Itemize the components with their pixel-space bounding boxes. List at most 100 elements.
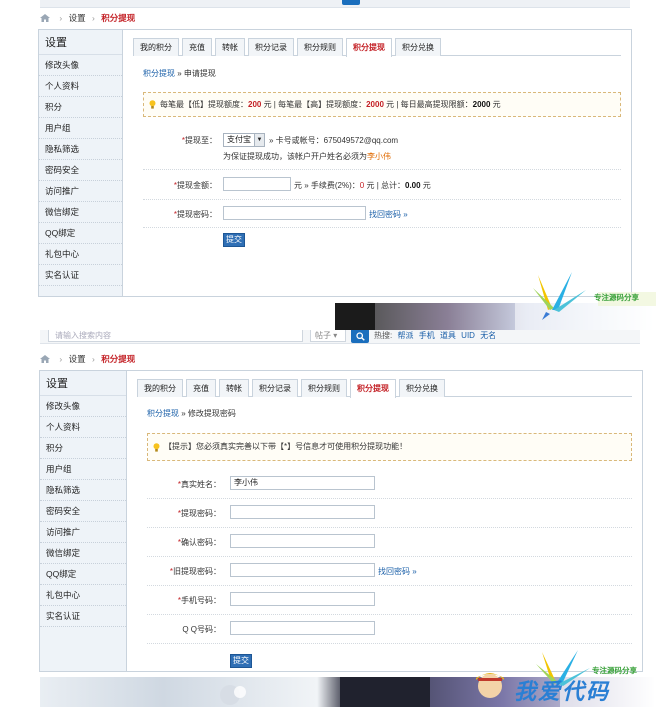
main-content: 我的积分 充值 转帐 积分记录 积分规则 积分提现 积分兑换 积分提现 » 申请… xyxy=(123,30,631,296)
tab-bar: 我的积分 充值 转帐 积分记录 积分规则 积分提现 积分兑换 xyxy=(133,38,621,57)
sidebar-item-privacy[interactable]: 隐私筛选 xyxy=(40,480,126,501)
sidebar-item-security[interactable]: 密码安全 xyxy=(39,160,122,181)
withdraw-password-input[interactable] xyxy=(223,206,366,220)
tab-credit-rules[interactable]: 积分规则 xyxy=(301,379,347,397)
tab-my-credits[interactable]: 我的积分 xyxy=(137,379,183,397)
sidebar-item-gifts[interactable]: 礼包中心 xyxy=(39,244,122,265)
fee-summary: 元 » 手续费(2%)：0 元 | 总计：0.00 元 xyxy=(294,181,431,190)
hot-search-link[interactable]: 帮派 xyxy=(397,331,413,340)
confirm-password-input[interactable] xyxy=(230,534,375,548)
forgot-password-link[interactable]: 找回密码 » xyxy=(378,566,417,577)
search-input[interactable]: 请输入搜索内容 xyxy=(48,330,303,342)
sidebar-item-wechat[interactable]: 微信绑定 xyxy=(40,543,126,564)
sub-breadcrumb-rest: » 申请提现 xyxy=(175,69,216,78)
sidebar-item-qq[interactable]: QQ绑定 xyxy=(39,223,122,244)
search-scope-select[interactable]: 帖子 ▾ xyxy=(310,330,346,342)
chevron-down-icon: ▼ xyxy=(254,134,264,146)
sub-breadcrumb-link[interactable]: 积分提现 xyxy=(147,409,179,418)
sidebar-item-profile[interactable]: 个人资料 xyxy=(39,76,122,97)
sidebar-item-qq[interactable]: QQ绑定 xyxy=(40,564,126,585)
lightbulb-icon xyxy=(149,100,156,109)
breadcrumb: › 设置 › 积分提现 xyxy=(40,11,135,25)
home-icon[interactable] xyxy=(40,355,50,363)
hot-search: 热搜: 帮派 手机 道具 UID 无名 xyxy=(374,330,496,341)
sidebar-item-avatar[interactable]: 修改头像 xyxy=(39,55,122,76)
withdraw-method-select[interactable]: 支付宝 ▼ xyxy=(223,133,265,147)
hot-search-label: 热搜: xyxy=(374,331,393,340)
real-name-input[interactable]: 李小伟 xyxy=(230,476,375,490)
sidebar-item-usergroup[interactable]: 用户组 xyxy=(40,459,126,480)
home-icon[interactable] xyxy=(40,14,50,22)
breadcrumb-parent[interactable]: 设置 xyxy=(69,354,86,364)
sidebar-item-gifts[interactable]: 礼包中心 xyxy=(40,585,126,606)
withdraw-password-label: *提现密码： xyxy=(173,210,217,219)
sidebar-item-wechat[interactable]: 微信绑定 xyxy=(39,202,122,223)
sidebar-item-promotion[interactable]: 访问推广 xyxy=(40,522,126,543)
sidebar-item-realname[interactable]: 实名认证 xyxy=(39,265,122,286)
phone-input[interactable] xyxy=(230,592,375,606)
withdraw-amount-label: *提现金额： xyxy=(173,181,217,190)
qq-input[interactable] xyxy=(230,621,375,635)
tab-my-credits[interactable]: 我的积分 xyxy=(133,38,179,56)
min-limit-value: 200 xyxy=(248,100,262,109)
hot-search-link[interactable]: UID xyxy=(461,331,475,340)
tip-text: 每笔最【低】提现额度： xyxy=(160,100,248,109)
sidebar-item-promotion[interactable]: 访问推广 xyxy=(39,181,122,202)
search-button[interactable] xyxy=(351,330,369,343)
submit-button[interactable]: 提交 xyxy=(223,233,245,247)
sidebar-item-avatar[interactable]: 修改头像 xyxy=(40,396,126,417)
tab-transfer[interactable]: 转帐 xyxy=(215,38,245,56)
tab-withdraw[interactable]: 积分提现 xyxy=(350,379,396,398)
tip-text: 元 | 每日最高提现限额： xyxy=(383,100,473,109)
sub-breadcrumb-link[interactable]: 积分提现 xyxy=(143,69,175,78)
phone-label: *手机号码： xyxy=(177,596,221,605)
tip-text: 元 | 每笔最【高】提现额度： xyxy=(261,100,367,109)
sidebar-item-credits[interactable]: 积分 xyxy=(39,97,122,118)
breadcrumb-separator: › xyxy=(59,13,63,23)
owner-note: 为保证提现成功，该帐户开户姓名必须为李小伟 xyxy=(223,152,391,161)
search-button-fragment[interactable] xyxy=(342,0,360,5)
search-scope-value: 帖子 xyxy=(315,331,331,340)
tab-recharge[interactable]: 充值 xyxy=(186,379,216,397)
new-password-input[interactable] xyxy=(230,505,375,519)
tab-recharge[interactable]: 充值 xyxy=(182,38,212,56)
withdraw-amount-input[interactable] xyxy=(223,177,291,191)
sidebar-item-security[interactable]: 密码安全 xyxy=(40,501,126,522)
sidebar-item-profile[interactable]: 个人资料 xyxy=(40,417,126,438)
sidebar-item-usergroup[interactable]: 用户组 xyxy=(39,118,122,139)
hot-search-link[interactable]: 道具 xyxy=(440,331,456,340)
tab-transfer[interactable]: 转帐 xyxy=(219,379,249,397)
tab-credit-log[interactable]: 积分记录 xyxy=(248,38,294,56)
tip-text: 元 xyxy=(490,100,501,109)
withdraw-to-row: *提现至： 支付宝 ▼ » 卡号或帐号：675049572@qq.com 为保证… xyxy=(143,128,621,170)
hot-search-link[interactable]: 手机 xyxy=(419,331,435,340)
submit-button[interactable]: 提交 xyxy=(230,654,252,668)
old-password-label: *旧提现密码： xyxy=(169,567,221,576)
limit-tip-box: 每笔最【低】提现额度：200 元 | 每笔最【高】提现额度： 2000 元 | 每… xyxy=(143,92,621,117)
tab-withdraw[interactable]: 积分提现 xyxy=(346,38,392,57)
sidebar-item-credits[interactable]: 积分 xyxy=(40,438,126,459)
new-password-row: *提现密码： xyxy=(147,499,632,528)
qq-label: Q Q号码： xyxy=(182,625,221,634)
tab-exchange[interactable]: 积分兑换 xyxy=(395,38,441,56)
withdraw-method-value: 支付宝 xyxy=(227,135,251,144)
hot-search-link[interactable]: 无名 xyxy=(480,331,496,340)
watermark-logo: 专注源码分享 xyxy=(528,270,656,325)
old-password-input[interactable] xyxy=(230,563,375,577)
tab-credit-log[interactable]: 积分记录 xyxy=(252,379,298,397)
forgot-password-link[interactable]: 找回密码 » xyxy=(369,209,408,220)
chevron-down-icon: ▾ xyxy=(333,331,338,340)
account-text: » 卡号或帐号：675049572@qq.com xyxy=(269,136,399,145)
sidebar-title: 设置 xyxy=(40,371,126,396)
sub-breadcrumb: 积分提现 » 修改提现密码 xyxy=(147,408,236,419)
lightbulb-icon xyxy=(153,443,160,452)
tab-credit-rules[interactable]: 积分规则 xyxy=(297,38,343,56)
sidebar-item-privacy[interactable]: 隐私筛选 xyxy=(39,139,122,160)
daily-limit-value: 2000 xyxy=(472,100,491,109)
watermark-brand: 我爱代码 xyxy=(514,679,611,704)
tab-exchange[interactable]: 积分兑换 xyxy=(399,379,445,397)
sidebar-item-realname[interactable]: 实名认证 xyxy=(40,606,126,627)
breadcrumb-parent[interactable]: 设置 xyxy=(69,13,86,23)
withdraw-password-row: *提现密码： 找回密码 » xyxy=(143,200,621,228)
watermark-slogan: 专注源码分享 xyxy=(594,293,639,302)
